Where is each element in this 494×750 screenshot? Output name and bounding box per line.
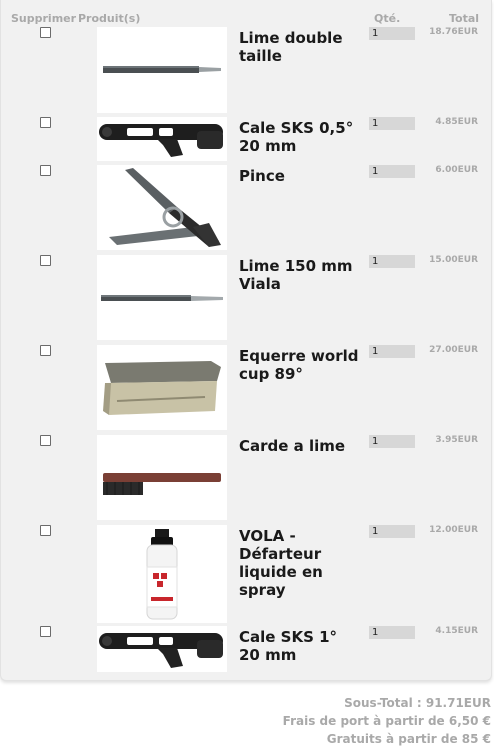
angle-guide-icon [103, 361, 221, 415]
edge-guide-icon [99, 124, 223, 157]
remove-checkbox[interactable] [40, 165, 51, 176]
shipping-info: Frais de port à partir de 6,50 € [282, 714, 491, 728]
product-name[interactable]: Cale SKS 0,5° 20 mm [239, 119, 361, 155]
product-name[interactable]: VOLA - Défarteur liquide en spray [239, 527, 361, 599]
cart-row: Carde a lime 1 3.95EUR [1, 435, 491, 520]
line-total: 18.76EUR [429, 27, 478, 37]
product-image[interactable] [97, 255, 227, 340]
file-tool-icon [101, 295, 223, 301]
remove-checkbox[interactable] [40, 345, 51, 356]
remove-checkbox[interactable] [40, 525, 51, 536]
spray-bottle-icon [146, 529, 178, 620]
line-total: 6.00EUR [435, 165, 478, 175]
quantity-input[interactable]: 1 [369, 165, 415, 178]
header-qte: Qté. [374, 12, 401, 25]
line-total: 15.00EUR [429, 255, 478, 265]
remove-checkbox[interactable] [40, 27, 51, 38]
header-total: Total [449, 12, 480, 25]
product-name[interactable]: Lime double taille [239, 29, 361, 65]
file-tool-icon [103, 66, 221, 73]
remove-checkbox[interactable] [40, 255, 51, 266]
line-total: 4.15EUR [435, 626, 478, 636]
product-name[interactable]: Equerre world cup 89° [239, 347, 361, 383]
remove-checkbox[interactable] [40, 435, 51, 446]
quantity-input[interactable]: 1 [369, 117, 415, 130]
quantity-input[interactable]: 1 [369, 626, 415, 639]
line-total: 3.95EUR [435, 435, 478, 445]
quantity-input[interactable]: 1 [369, 435, 415, 448]
product-image[interactable] [97, 117, 227, 161]
header-supprimer: Supprimer [11, 12, 77, 25]
product-image[interactable] [97, 165, 227, 250]
cart-row: Equerre world cup 89° 1 27.00EUR [1, 345, 491, 430]
file-brush-icon [103, 473, 221, 495]
product-image[interactable] [97, 525, 227, 623]
line-total: 4.85EUR [435, 117, 478, 127]
cart-row: Cale SKS 0,5° 20 mm 1 4.85EUR [1, 117, 491, 161]
quantity-input[interactable]: 1 [369, 345, 415, 358]
quantity-input[interactable]: 1 [369, 255, 415, 268]
edge-guide-icon [99, 633, 223, 668]
cart-panel: Supprimer Produit(s) Qté. Total Lime dou… [0, 0, 492, 681]
header-produit: Produit(s) [78, 12, 141, 25]
product-image[interactable] [97, 435, 227, 520]
quantity-input[interactable]: 1 [369, 525, 415, 538]
quantity-input[interactable]: 1 [369, 27, 415, 40]
product-name[interactable]: Cale SKS 1° 20 mm [239, 628, 361, 664]
free-shipping-info: Gratuits à partir de 85 € [326, 732, 491, 746]
product-name[interactable]: Lime 150 mm Viala [239, 257, 361, 293]
remove-checkbox[interactable] [40, 117, 51, 128]
cart-row: Cale SKS 1° 20 mm 1 4.15EUR [1, 626, 491, 672]
product-image[interactable] [97, 27, 227, 113]
remove-checkbox[interactable] [40, 626, 51, 637]
cart-row: Pince 1 6.00EUR [1, 165, 491, 250]
product-name[interactable]: Carde a lime [239, 437, 361, 455]
line-total: 12.00EUR [429, 525, 478, 535]
product-image[interactable] [97, 345, 227, 430]
cart-row: Lime 150 mm Viala 1 15.00EUR [1, 255, 491, 340]
product-image[interactable] [97, 626, 227, 672]
product-name[interactable]: Pince [239, 167, 361, 185]
subtotal: Sous-Total : 91.71EUR [344, 696, 491, 710]
cart-row: VOLA - Défarteur liquide en spray 1 12.0… [1, 525, 491, 625]
line-total: 27.00EUR [429, 345, 478, 355]
spring-clamp-icon [109, 168, 221, 247]
cart-row: Lime double taille 1 18.76EUR [1, 27, 491, 115]
